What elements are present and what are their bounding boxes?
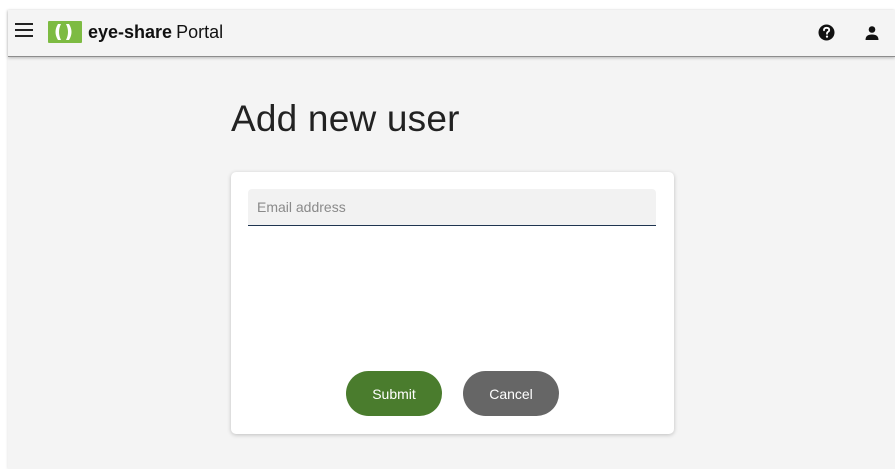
eye-share-logo[interactable] (48, 21, 82, 43)
brand-name: eye-share (88, 22, 173, 42)
add-user-form-card: Submit Cancel (231, 172, 674, 434)
page-title: Add new user (231, 98, 460, 139)
submit-button[interactable]: Submit (346, 371, 442, 416)
cancel-button[interactable]: Cancel (463, 371, 559, 416)
email-field[interactable] (248, 189, 656, 226)
person-icon[interactable] (864, 25, 880, 41)
brand-suffix: Portal (176, 22, 224, 42)
hamburger-menu-icon[interactable] (15, 23, 33, 37)
question-circle-icon[interactable] (818, 24, 835, 41)
top-bar: eye-share Portal (8, 10, 895, 57)
app-title: eye-share Portal (88, 22, 223, 43)
